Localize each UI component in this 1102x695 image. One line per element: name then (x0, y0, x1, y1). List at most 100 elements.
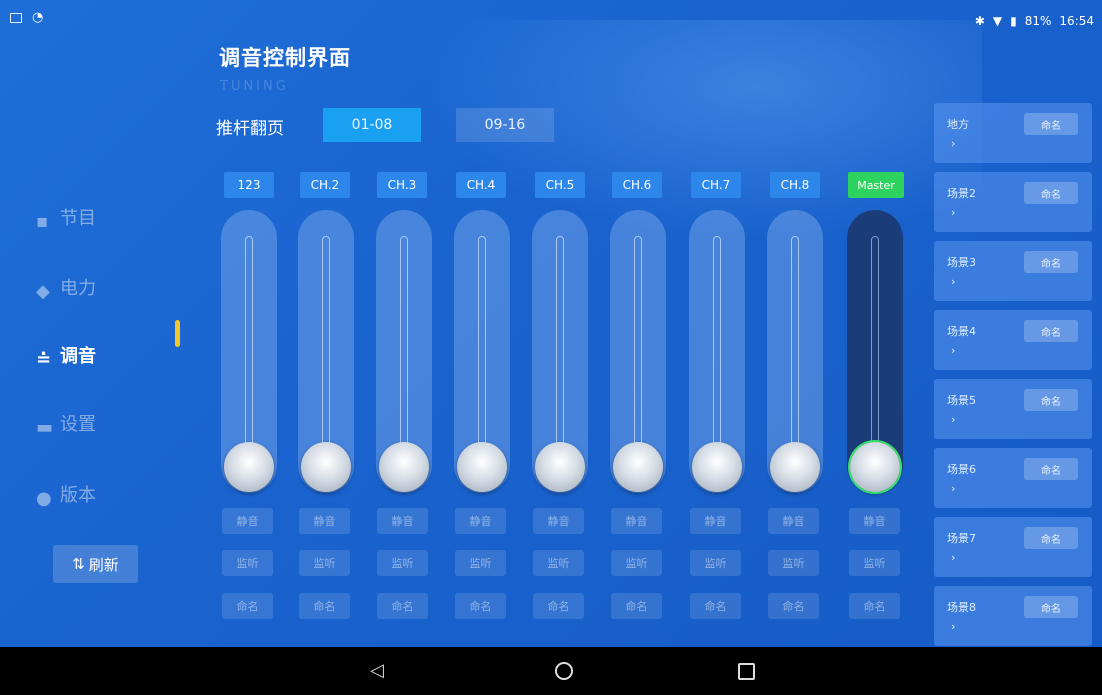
rename-button-master[interactable]: 命名 (849, 593, 900, 619)
listen-button-2[interactable]: 监听 (299, 550, 350, 576)
mute-button-7[interactable]: 静音 (690, 508, 741, 534)
rename-button-7[interactable]: 命名 (690, 593, 741, 619)
bluetooth-icon: ✱ (974, 14, 985, 28)
fader-knob[interactable] (692, 442, 742, 492)
channel-label-7[interactable]: CH.7 (691, 172, 741, 198)
mute-button-2[interactable]: 静音 (299, 508, 350, 534)
listen-button-1[interactable]: 监听 (222, 550, 273, 576)
fader-knob[interactable] (301, 442, 351, 492)
rename-button-3[interactable]: 命名 (377, 593, 428, 619)
mute-button-master[interactable]: 静音 (849, 508, 900, 534)
listen-button-master[interactable]: 监听 (849, 550, 900, 576)
channel-label-3[interactable]: CH.3 (377, 172, 427, 198)
scene-card-7[interactable]: 场景7 › 命名 (934, 517, 1092, 577)
listen-button-3[interactable]: 监听 (377, 550, 428, 576)
listen-button-5[interactable]: 监听 (533, 550, 584, 576)
fader-knob[interactable] (770, 442, 820, 492)
sidebar-item-settings[interactable]: ▬ 设置 (36, 410, 96, 438)
refresh-label: 刷新 (88, 555, 119, 574)
scene-rename-button[interactable]: 命名 (1024, 320, 1078, 342)
fader-track (713, 236, 721, 460)
sidebar-item-label: 设置 (60, 414, 96, 435)
rename-button-4[interactable]: 命名 (455, 593, 506, 619)
status-left: ◔ (10, 10, 43, 25)
status-right: ✱ ▼ ▮ 81% 16:54 (975, 14, 1094, 28)
scene-card-8[interactable]: 场景8 › 命名 (934, 586, 1092, 646)
fader-knob[interactable] (613, 442, 663, 492)
fader-master[interactable] (847, 210, 903, 493)
home-icon[interactable] (555, 662, 573, 680)
sidebar-item-tuning[interactable]: ≐ 调音 (36, 342, 96, 370)
fader-track (245, 236, 253, 460)
scene-card-6[interactable]: 场景6 › 命名 (934, 448, 1092, 508)
scene-rename-button[interactable]: 命名 (1024, 527, 1078, 549)
back-icon[interactable]: ◁ (370, 660, 384, 681)
scene-card-5[interactable]: 场景5 › 命名 (934, 379, 1092, 439)
fader-5[interactable] (532, 210, 588, 493)
listen-button-8[interactable]: 监听 (768, 550, 819, 576)
rename-button-2[interactable]: 命名 (299, 593, 350, 619)
scene-name: 场景3 (947, 256, 976, 269)
fader-knob[interactable] (379, 442, 429, 492)
mute-button-3[interactable]: 静音 (377, 508, 428, 534)
fader-knob[interactable] (457, 442, 507, 492)
scene-name: 场景2 (947, 187, 976, 200)
scene-name: 场景5 (947, 394, 976, 407)
listen-button-6[interactable]: 监听 (611, 550, 662, 576)
scene-card-4[interactable]: 场景4 › 命名 (934, 310, 1092, 370)
recents-icon[interactable] (738, 663, 755, 680)
fader-1[interactable] (221, 210, 277, 493)
channel-label-6[interactable]: CH.6 (612, 172, 662, 198)
chevron-right-icon: › (951, 551, 956, 564)
mute-button-5[interactable]: 静音 (533, 508, 584, 534)
channel-label-5[interactable]: CH.5 (535, 172, 585, 198)
fader-7[interactable] (689, 210, 745, 493)
fader-2[interactable] (298, 210, 354, 493)
rename-button-1[interactable]: 命名 (222, 593, 273, 619)
sidebar-item-version[interactable]: ● 版本 (36, 481, 96, 509)
title-watermark: TUNING (220, 79, 289, 94)
fader-knob[interactable] (850, 442, 900, 492)
signal-icon: ▼ (992, 14, 1003, 28)
mute-button-6[interactable]: 静音 (611, 508, 662, 534)
version-icon: ● (36, 488, 52, 509)
scene-rename-button[interactable]: 命名 (1024, 113, 1078, 135)
scene-rename-button[interactable]: 命名 (1024, 389, 1078, 411)
fader-3[interactable] (376, 210, 432, 493)
sliders-icon: ≐ (36, 349, 52, 370)
sidebar-item-power[interactable]: ◆ 电力 (36, 274, 96, 302)
chevron-right-icon: › (951, 482, 956, 495)
listen-button-7[interactable]: 监听 (690, 550, 741, 576)
system-nav-bar: ◁ (0, 647, 1102, 695)
rename-button-5[interactable]: 命名 (533, 593, 584, 619)
scene-card-1[interactable]: 地方 › 命名 (934, 103, 1092, 163)
rename-button-6[interactable]: 命名 (611, 593, 662, 619)
channel-label-2[interactable]: CH.2 (300, 172, 350, 198)
sidebar-item-program[interactable]: ▪ 节目 (36, 204, 96, 232)
scene-rename-button[interactable]: 命名 (1024, 458, 1078, 480)
channel-label-4[interactable]: CH.4 (456, 172, 506, 198)
mute-button-4[interactable]: 静音 (455, 508, 506, 534)
fader-8[interactable] (767, 210, 823, 493)
channel-label-8[interactable]: CH.8 (770, 172, 820, 198)
pager-tab-01-08[interactable]: 01-08 (323, 108, 421, 142)
chevron-right-icon: › (951, 344, 956, 357)
fader-6[interactable] (610, 210, 666, 493)
scene-card-2[interactable]: 场景2 › 命名 (934, 172, 1092, 232)
mute-button-8[interactable]: 静音 (768, 508, 819, 534)
fader-4[interactable] (454, 210, 510, 493)
mute-button-1[interactable]: 静音 (222, 508, 273, 534)
sidebar-item-label: 调音 (60, 346, 96, 367)
scene-card-3[interactable]: 场景3 › 命名 (934, 241, 1092, 301)
fader-knob[interactable] (224, 442, 274, 492)
listen-button-4[interactable]: 监听 (455, 550, 506, 576)
rename-button-8[interactable]: 命名 (768, 593, 819, 619)
fader-knob[interactable] (535, 442, 585, 492)
scene-rename-button[interactable]: 命名 (1024, 596, 1078, 618)
scene-rename-button[interactable]: 命名 (1024, 251, 1078, 273)
refresh-button[interactable]: ⇅ 刷新 (53, 545, 138, 583)
scene-rename-button[interactable]: 命名 (1024, 182, 1078, 204)
channel-label-master[interactable]: Master (848, 172, 904, 198)
channel-label-1[interactable]: 123 (224, 172, 274, 198)
pager-tab-09-16[interactable]: 09-16 (456, 108, 554, 142)
